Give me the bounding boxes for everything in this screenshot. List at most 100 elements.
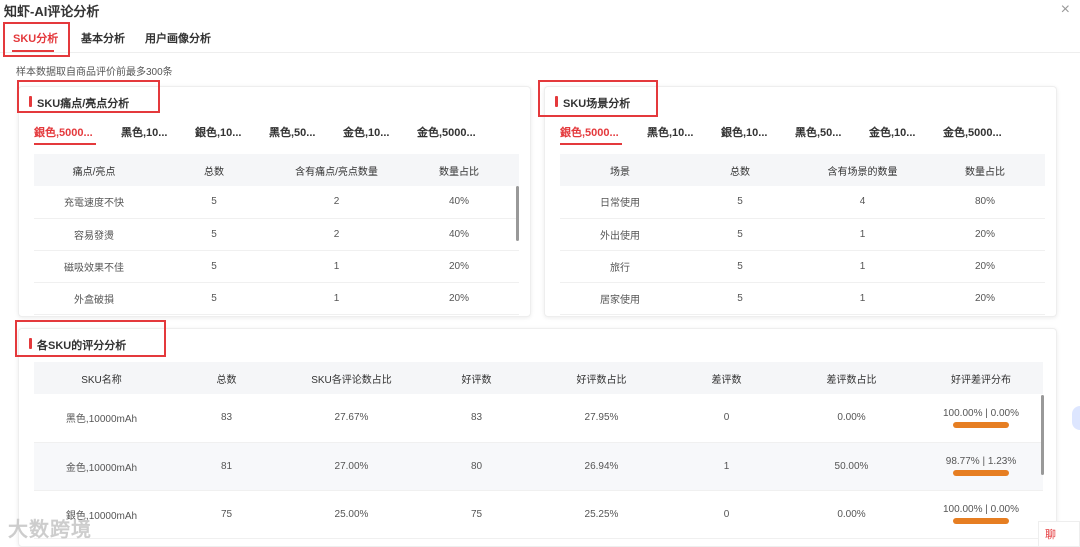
rating-cell: 0 xyxy=(669,490,784,539)
scene-sku-underline xyxy=(560,143,622,145)
scene-card: SKU场景分析 銀色,5000... 黑色,10... 銀色,10... 黑色,… xyxy=(544,86,1057,317)
rating-header: SKU名称 xyxy=(34,362,169,394)
rating-cell: 0.00% xyxy=(784,394,919,443)
rating-cell: 25.00% xyxy=(284,490,419,539)
scene-table: 场景 总数 含有场景的数量 数量占比 日常使用 5 4 80% 外出使用 5 1… xyxy=(560,154,1045,315)
rating-cell: 1 xyxy=(669,442,784,491)
rating-distribution: 98.77% | 1.23% xyxy=(919,442,1043,491)
rating-header: 好评差评分布 xyxy=(919,362,1043,394)
scene-sku-tabs: 銀色,5000... 黑色,10... 銀色,10... 黑色,50... 金色… xyxy=(545,123,1056,145)
rating-table-scrollbar[interactable] xyxy=(1041,395,1044,475)
rating-cell: 金色,10000mAh xyxy=(34,442,169,491)
table-row: 磁吸效果不佳 5 1 20% xyxy=(34,250,519,283)
floating-assistant-icon[interactable] xyxy=(1072,406,1080,430)
pain-sku-tab[interactable]: 金色,10... xyxy=(343,124,389,140)
scene-cell: 外出使用 xyxy=(560,218,680,251)
scene-cell: 20% xyxy=(925,282,1045,315)
scene-header: 总数 xyxy=(680,154,800,186)
app-title: 知虾-AI评论分析 xyxy=(4,4,100,19)
pain-cell: 1 xyxy=(274,250,399,283)
scene-header: 场景 xyxy=(560,154,680,186)
scene-sku-tab[interactable]: 金色,5000... xyxy=(943,124,1002,140)
rating-cell: 75 xyxy=(169,490,284,539)
sample-note: 样本数据取自商品评价前最多300条 xyxy=(16,67,173,78)
scene-cell: 20% xyxy=(925,250,1045,283)
distribution-text: 100.00% | 0.00% xyxy=(943,504,1019,515)
rating-cell: 27.95% xyxy=(534,394,669,443)
main-tabs: SKU分析 基本分析 用户画像分析 xyxy=(0,22,1080,53)
pain-cell: 1 xyxy=(274,282,399,315)
scene-cell: 5 xyxy=(680,282,800,315)
table-row: 銀色,10000mAh 75 25.00% 75 25.25% 0 0.00% … xyxy=(34,490,1043,539)
table-row: 黑色,10000mAh 83 27.67% 83 27.95% 0 0.00% … xyxy=(34,394,1043,443)
pain-cell: 5 xyxy=(154,282,274,315)
pain-sku-tab[interactable]: 黑色,10... xyxy=(121,124,167,140)
scene-header: 数量占比 xyxy=(925,154,1045,186)
tab-basic-analysis[interactable]: 基本分析 xyxy=(81,30,125,46)
rating-cell: 25.25% xyxy=(534,490,669,539)
pain-cell: 5 xyxy=(154,250,274,283)
rating-header: 好评数占比 xyxy=(534,362,669,394)
rating-header: 差评数占比 xyxy=(784,362,919,394)
pain-table-scrollbar[interactable] xyxy=(516,186,519,241)
rating-cell: 27.67% xyxy=(284,394,419,443)
tab-user-profile-analysis[interactable]: 用户画像分析 xyxy=(145,30,211,46)
pain-cell: 40% xyxy=(399,186,519,219)
distribution-bar xyxy=(953,421,1009,428)
rating-cell: 81 xyxy=(169,442,284,491)
table-row: 外出使用 5 1 20% xyxy=(560,218,1045,251)
pain-cell: 磁吸效果不佳 xyxy=(34,250,154,283)
distribution-text: 98.77% | 1.23% xyxy=(945,456,1017,467)
pain-header: 总数 xyxy=(154,154,274,186)
pain-point-title: SKU痛点/亮点分析 xyxy=(29,95,129,111)
rating-cell: 0.00% xyxy=(784,490,919,539)
scene-sku-tab[interactable]: 銀色,5000... xyxy=(560,124,619,140)
rating-distribution: 100.00% | 0.00% xyxy=(919,490,1043,539)
pain-sku-tab[interactable]: 黑色,50... xyxy=(269,124,315,140)
tab-sku-analysis[interactable]: SKU分析 xyxy=(13,30,58,46)
rating-table: SKU名称 总数 SKU各评论数占比 好评数 好评数占比 差评数 差评数占比 好… xyxy=(34,362,1043,539)
pain-cell: 5 xyxy=(154,218,274,251)
pain-header: 数量占比 xyxy=(399,154,519,186)
rating-cell: 26.94% xyxy=(534,442,669,491)
pain-cell: 40% xyxy=(399,218,519,251)
scene-sku-tab[interactable]: 黑色,10... xyxy=(647,124,693,140)
scene-header: 含有场景的数量 xyxy=(800,154,925,186)
pain-table: 痛点/亮点 总数 含有痛点/亮点数量 数量占比 充電速度不快 5 2 40% 容… xyxy=(34,154,519,315)
scene-cell: 旅行 xyxy=(560,250,680,283)
watermark: 大数跨境 xyxy=(8,519,92,541)
scene-cell: 1 xyxy=(800,218,925,251)
pain-cell: 2 xyxy=(274,186,399,219)
pain-cell: 容易發燙 xyxy=(34,218,154,251)
pain-header: 痛点/亮点 xyxy=(34,154,154,186)
table-row: 居家使用 5 1 20% xyxy=(560,282,1045,315)
pain-sku-tab[interactable]: 銀色,10... xyxy=(195,124,241,140)
rating-header: 差评数 xyxy=(669,362,784,394)
scene-cell: 日常使用 xyxy=(560,186,680,219)
close-icon[interactable]: × xyxy=(1061,1,1070,19)
distribution-text: 100.00% | 0.00% xyxy=(943,407,1019,419)
scene-sku-tab[interactable]: 黑色,50... xyxy=(795,124,841,140)
active-tab-underline xyxy=(12,50,54,52)
rating-distribution: 100.00% | 0.00% xyxy=(919,394,1043,443)
scene-cell: 80% xyxy=(925,186,1045,219)
pain-header: 含有痛点/亮点数量 xyxy=(274,154,399,186)
pain-sku-tab[interactable]: 金色,5000... xyxy=(417,124,476,140)
rating-cell: 75 xyxy=(419,490,534,539)
scene-cell: 1 xyxy=(800,250,925,283)
rating-cell: 83 xyxy=(169,394,284,443)
rating-header: 好评数 xyxy=(419,362,534,394)
scene-cell: 4 xyxy=(800,186,925,219)
chat-button[interactable]: 聊 xyxy=(1038,521,1080,547)
scene-title: SKU场景分析 xyxy=(555,95,630,111)
pain-cell: 20% xyxy=(399,250,519,283)
pain-sku-tab[interactable]: 銀色,5000... xyxy=(34,124,93,140)
pain-sku-underline xyxy=(34,143,96,145)
rating-header: SKU各评论数占比 xyxy=(284,362,419,394)
scene-cell: 居家使用 xyxy=(560,282,680,315)
scene-cell: 20% xyxy=(925,218,1045,251)
scene-sku-tab[interactable]: 銀色,10... xyxy=(721,124,767,140)
table-row: 外盒破損 5 1 20% xyxy=(34,282,519,315)
scene-sku-tab[interactable]: 金色,10... xyxy=(869,124,915,140)
rating-title: 各SKU的评分分析 xyxy=(29,337,126,353)
